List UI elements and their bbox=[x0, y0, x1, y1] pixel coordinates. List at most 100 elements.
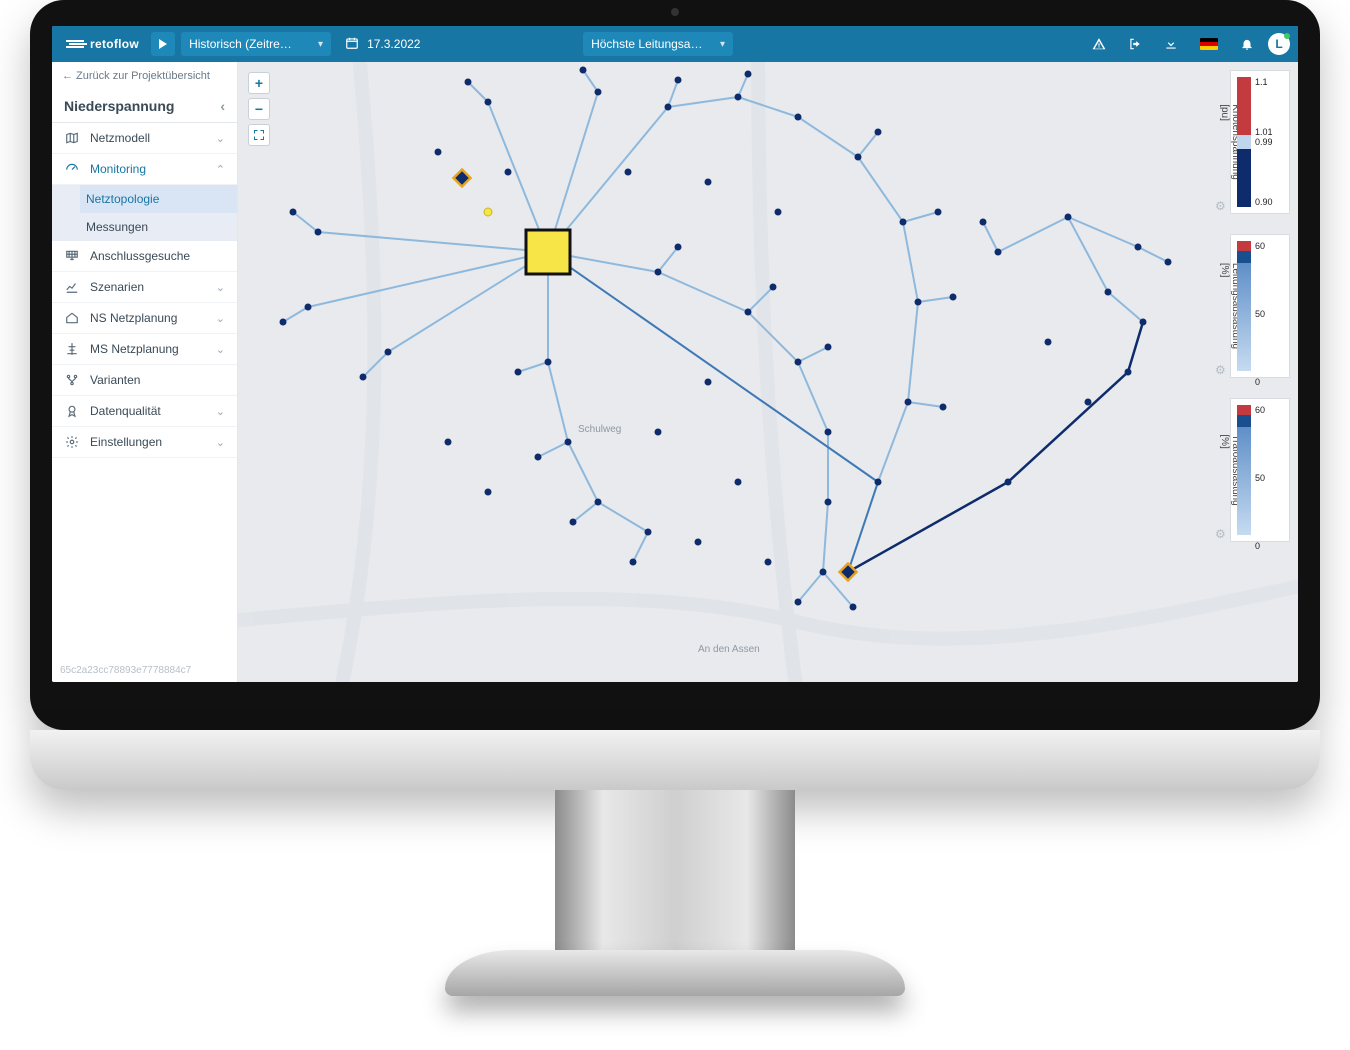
sidebar-item-label: Varianten bbox=[90, 373, 140, 387]
legend-tick: 0.90 bbox=[1255, 197, 1273, 207]
chevron-down-icon: ⌄ bbox=[216, 281, 225, 294]
legend-tick: 60 bbox=[1255, 241, 1265, 251]
chevron-down-icon: ▾ bbox=[720, 39, 725, 50]
sidebar-item-varianten[interactable]: Varianten bbox=[52, 365, 237, 396]
legend-tick: 0.99 bbox=[1255, 137, 1273, 147]
sidebar: ← Zurück zur Projektübersicht Niederspan… bbox=[52, 62, 238, 682]
brand-icon bbox=[66, 38, 84, 50]
sidebar-item-label: NS Netzplanung bbox=[90, 311, 177, 325]
gear-icon[interactable]: ⚙ bbox=[1215, 199, 1226, 213]
legend-panel: Knotenspannung [pu] 1.1 1.01 bbox=[1230, 70, 1290, 542]
street-label: An den Assen bbox=[698, 644, 760, 655]
date-value: 17.3.2022 bbox=[367, 37, 420, 51]
gear-icon[interactable]: ⚙ bbox=[1215, 363, 1226, 377]
pylon-icon bbox=[64, 342, 80, 356]
screen: retoflow Historisch (Zeitre… ▾ 17.3.2022… bbox=[52, 26, 1298, 682]
sidebar-item-monitoring[interactable]: Monitoring ⌃ bbox=[52, 154, 237, 185]
legend-tick: 60 bbox=[1255, 405, 1265, 415]
network-graph: Schulweg An den Assen bbox=[238, 62, 1298, 682]
chevron-up-icon: ⌃ bbox=[216, 163, 225, 176]
sidebar-item-anschlussgesuche[interactable]: Anschlussgesuche bbox=[52, 241, 237, 272]
chevron-down-icon: ⌄ bbox=[216, 132, 225, 145]
chart-icon bbox=[64, 280, 80, 294]
top-bar: retoflow Historisch (Zeitre… ▾ 17.3.2022… bbox=[52, 26, 1298, 62]
legend-tick: 1.01 bbox=[1255, 127, 1273, 137]
monitor-frame: retoflow Historisch (Zeitre… ▾ 17.3.2022… bbox=[30, 0, 1320, 730]
monitor-stand-foot bbox=[445, 950, 905, 996]
alerts-button[interactable] bbox=[1084, 32, 1114, 56]
nav-title-text: Niederspannung bbox=[64, 98, 174, 114]
chevron-left-icon: ‹ bbox=[220, 98, 225, 114]
solar-icon bbox=[64, 249, 80, 263]
sidebar-subitem-netztopologie[interactable]: Netztopologie bbox=[80, 185, 237, 213]
play-icon bbox=[159, 39, 167, 49]
sidebar-item-ns-netzplanung[interactable]: NS Netzplanung ⌄ bbox=[52, 303, 237, 334]
legend-bar bbox=[1237, 241, 1251, 371]
chevron-down-icon: ⌄ bbox=[216, 436, 225, 449]
legend-trafo-load: Trafoauslastung [%] 60 50 bbox=[1230, 398, 1290, 542]
legend-bar bbox=[1237, 405, 1251, 535]
avatar[interactable]: L bbox=[1268, 33, 1290, 55]
play-button[interactable] bbox=[151, 32, 175, 56]
house-icon bbox=[64, 311, 80, 325]
logout-button[interactable] bbox=[1120, 32, 1150, 56]
app: retoflow Historisch (Zeitre… ▾ 17.3.2022… bbox=[52, 26, 1298, 682]
mode-select[interactable]: Historisch (Zeitre… ▾ bbox=[181, 32, 331, 56]
sidebar-item-label: Anschlussgesuche bbox=[90, 249, 190, 263]
chevron-down-icon: ⌄ bbox=[216, 405, 225, 418]
gauge-icon bbox=[64, 162, 80, 176]
build-hash: 65c2a23cc78893e7778884c7 bbox=[52, 659, 237, 682]
calendar-icon bbox=[345, 36, 359, 53]
legend-voltage: Knotenspannung [pu] 1.1 1.01 bbox=[1230, 70, 1290, 214]
branch-icon bbox=[64, 373, 80, 387]
layer-select[interactable]: Höchste Leitungsa… ▾ bbox=[583, 32, 733, 56]
sidebar-item-label: Einstellungen bbox=[90, 435, 162, 449]
legend-line-load: Leitungsauslastung [%] 60 50 bbox=[1230, 234, 1290, 378]
notifications-button[interactable] bbox=[1232, 32, 1262, 56]
chevron-down-icon: ▾ bbox=[318, 39, 323, 50]
camera-dot bbox=[671, 8, 679, 16]
street-label: Schulweg bbox=[578, 424, 621, 435]
sidebar-submenu-monitoring: Netztopologie Messungen bbox=[52, 185, 237, 241]
layer-select-label: Höchste Leitungsa… bbox=[591, 37, 702, 51]
language-button[interactable] bbox=[1192, 32, 1226, 56]
download-button[interactable] bbox=[1156, 32, 1186, 56]
medal-icon bbox=[64, 404, 80, 418]
sidebar-item-szenarien[interactable]: Szenarien ⌄ bbox=[52, 272, 237, 303]
flag-de-icon bbox=[1200, 38, 1218, 50]
substation-marker[interactable] bbox=[526, 230, 570, 274]
map-canvas[interactable]: + − bbox=[238, 62, 1298, 682]
sidebar-subitem-messungen[interactable]: Messungen bbox=[86, 213, 237, 241]
mode-select-label: Historisch (Zeitre… bbox=[189, 37, 292, 51]
avatar-letter: L bbox=[1275, 37, 1282, 51]
back-link[interactable]: ← Zurück zur Projektübersicht bbox=[52, 62, 237, 90]
gear-icon bbox=[64, 435, 80, 449]
gear-icon[interactable]: ⚙ bbox=[1215, 527, 1226, 541]
brand[interactable]: retoflow bbox=[60, 37, 145, 51]
legend-tick: 50 bbox=[1255, 309, 1265, 319]
date-field[interactable]: 17.3.2022 bbox=[337, 36, 577, 53]
legend-tick: 0 bbox=[1255, 377, 1265, 387]
sidebar-item-label: Datenqualität bbox=[90, 404, 161, 418]
legend-bar bbox=[1237, 77, 1251, 207]
sidebar-item-einstellungen[interactable]: Einstellungen ⌄ bbox=[52, 427, 237, 458]
sidebar-item-label: Netzmodell bbox=[90, 131, 150, 145]
sidebar-item-datenqualitaet[interactable]: Datenqualität ⌄ bbox=[52, 396, 237, 427]
legend-tick: 0 bbox=[1255, 541, 1265, 551]
sidebar-item-label: Monitoring bbox=[90, 162, 146, 176]
chevron-down-icon: ⌄ bbox=[216, 312, 225, 325]
nav-title[interactable]: Niederspannung ‹ bbox=[52, 90, 237, 123]
sidebar-item-label: Szenarien bbox=[90, 280, 144, 294]
brand-text: retoflow bbox=[90, 37, 139, 51]
monitor-stand-neck bbox=[555, 790, 795, 960]
monitor-chin bbox=[30, 730, 1320, 790]
legend-tick: 1.1 bbox=[1255, 77, 1273, 87]
chevron-down-icon: ⌄ bbox=[216, 343, 225, 356]
sidebar-item-label: Messungen bbox=[86, 220, 148, 234]
sidebar-item-label: Netztopologie bbox=[86, 192, 159, 206]
sidebar-item-label: MS Netzplanung bbox=[90, 342, 179, 356]
sidebar-item-ms-netzplanung[interactable]: MS Netzplanung ⌄ bbox=[52, 334, 237, 365]
legend-tick: 50 bbox=[1255, 473, 1265, 483]
sidebar-item-netzmodell[interactable]: Netzmodell ⌄ bbox=[52, 123, 237, 154]
map-icon bbox=[64, 131, 80, 145]
